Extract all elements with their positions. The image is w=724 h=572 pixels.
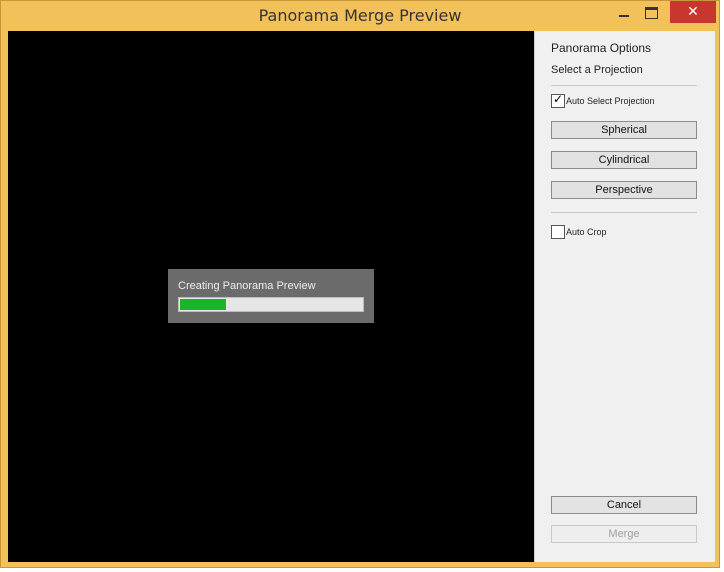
options-panel: Panorama Options Select a Projection ✓ A… [534,31,715,562]
cancel-button[interactable]: Cancel [551,496,697,514]
checkbox-label: Auto Select Projection [566,96,655,106]
progress-fill [180,299,226,310]
minimize-icon [619,15,629,17]
maximize-icon [645,7,658,19]
progress-label: Creating Panorama Preview [178,280,316,292]
close-icon: ✕ [687,4,699,20]
perspective-button[interactable]: Perspective [551,181,697,199]
checkbox-label: Auto Crop [566,227,607,237]
window-client: Creating Panorama Preview Panorama Optio… [8,31,715,562]
panel-heading: Panorama Options [551,41,652,55]
merge-button[interactable]: Merge [551,525,697,543]
checkbox-box[interactable]: ✓ [551,92,565,108]
divider [551,212,697,213]
checkmark-icon: ✓ [553,92,564,106]
window-frame: Panorama Merge Preview ✕ Creating Panora… [0,0,720,568]
maximize-button[interactable] [637,1,665,23]
progress-bar [178,297,364,312]
checkbox-box[interactable] [551,225,565,239]
panorama-preview-area: Creating Panorama Preview [8,31,534,562]
progress-dialog: Creating Panorama Preview [168,269,374,323]
spherical-button[interactable]: Spherical [551,121,697,139]
projection-section-label: Select a Projection [551,64,643,76]
cylindrical-button[interactable]: Cylindrical [551,151,697,169]
divider [551,85,697,86]
close-button[interactable]: ✕ [670,1,716,23]
